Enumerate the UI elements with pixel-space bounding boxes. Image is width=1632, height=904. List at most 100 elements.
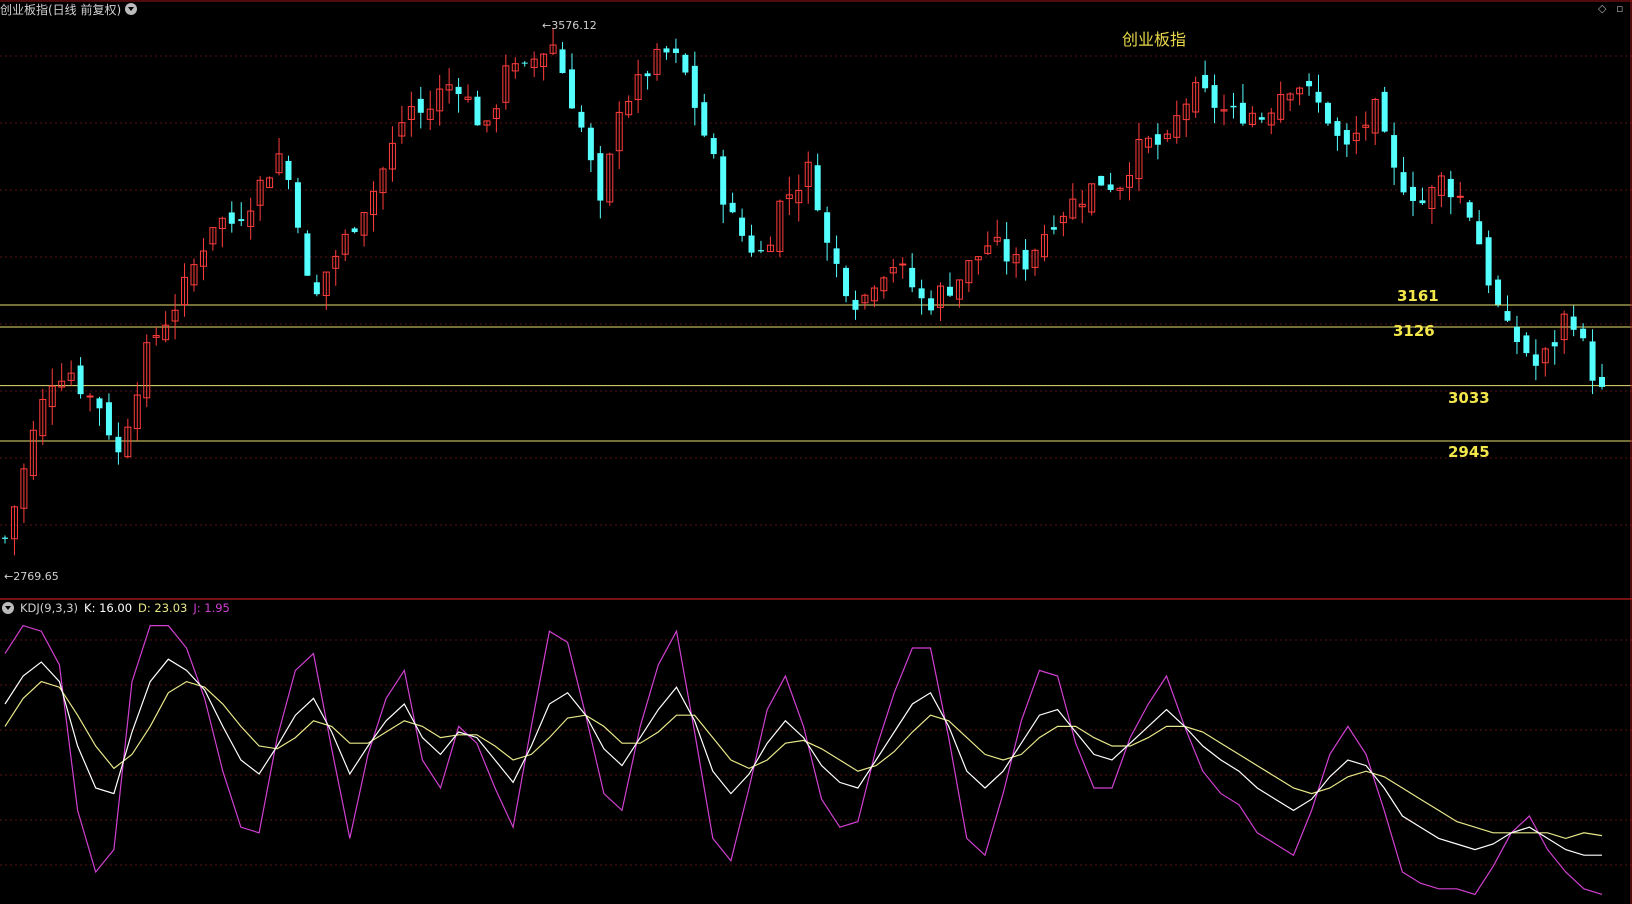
candle-body-down	[2, 537, 8, 539]
candle-body-down	[644, 73, 651, 77]
candle-body-down	[1504, 311, 1511, 321]
candle-body-up	[86, 395, 94, 398]
candle-body-down	[455, 86, 462, 94]
kdj-label[interactable]: KDJ(9,3,3)	[20, 601, 78, 615]
candle-body-down	[304, 233, 311, 276]
candle-body-down	[1003, 239, 1010, 262]
candle-body-down	[1315, 91, 1322, 103]
candle-body-down	[1343, 130, 1350, 145]
candle-body-down	[710, 138, 717, 155]
candle-body-down	[1599, 376, 1605, 387]
index-title: 创业板指(日线 前复权)	[0, 2, 122, 17]
candle-body-down	[1391, 135, 1398, 168]
candle-body-down	[701, 102, 708, 136]
candle-body-down	[1485, 237, 1492, 286]
candle-body-down	[1107, 184, 1114, 190]
candle-body-down	[1476, 221, 1483, 245]
low-price-marker: ←2769.65	[4, 570, 59, 583]
kdj-d-value: D: 23.03	[138, 601, 188, 615]
candle-body-down	[691, 65, 698, 108]
candle-body-down	[313, 282, 320, 295]
kdj-j-line	[4, 624, 1603, 896]
candle-body-down	[578, 111, 585, 128]
candle-body-down	[729, 202, 736, 213]
chart-canvas[interactable]	[0, 0, 1632, 904]
level-label-3126: 3126	[1393, 322, 1435, 340]
candle-body-down	[852, 299, 859, 310]
candle-body-down	[720, 156, 727, 205]
candle-body-down	[843, 267, 850, 297]
candle-body-down	[105, 402, 112, 436]
candle-body-down	[672, 48, 679, 54]
candle-body-down	[739, 217, 746, 236]
candle-body-down	[1154, 134, 1161, 145]
candle-body-down	[1381, 91, 1388, 132]
candle-body-down	[1570, 316, 1577, 330]
candle-body-down	[474, 96, 481, 126]
candle-body-down	[1050, 227, 1057, 230]
candle-body-down	[228, 212, 235, 224]
candle-body-down	[1523, 335, 1530, 354]
candle-body-down	[1258, 117, 1265, 120]
candle-body-down	[1419, 200, 1426, 204]
candle-body-down	[417, 98, 424, 113]
candle-body-down	[814, 165, 821, 211]
kdj-lines	[4, 624, 1603, 896]
chart-center-title: 创业板指	[1122, 30, 1187, 49]
candle-body-down	[294, 182, 301, 228]
candle-body-down	[521, 62, 528, 64]
candlesticks	[2, 28, 1605, 556]
candle-body-down	[928, 298, 935, 311]
kdj-k-line	[4, 658, 1602, 856]
candle-body-down	[77, 365, 84, 395]
candle-body-down	[1580, 328, 1587, 339]
diamond-icon[interactable]: ◇	[1598, 2, 1606, 15]
candle-body-down	[597, 153, 604, 201]
candle-body-down	[1400, 172, 1407, 193]
candle-body-down	[1202, 74, 1209, 89]
candle-body-down	[1466, 202, 1473, 218]
candle-body-down	[568, 69, 575, 109]
candle-body-down	[1230, 105, 1237, 108]
support-levels	[0, 304, 1632, 442]
candle-body-down	[1532, 354, 1539, 366]
candle-body-down	[1022, 249, 1029, 270]
level-label-2945: 2945	[1448, 443, 1490, 461]
candle-body-down	[1098, 175, 1105, 186]
candle-body-down	[909, 267, 916, 288]
chart-window: 创业板指(日线 前复权) ◇ ▫ 创业板指 ←3576.12 ←2769.65 …	[0, 0, 1632, 904]
candle-body-down	[824, 212, 831, 243]
kdj-k-value: K: 16.00	[84, 601, 133, 615]
candle-body-up	[1456, 195, 1464, 198]
kdj-legend: KDJ(9,3,3) K: 16.00 D: 23.03 J: 1.95	[0, 600, 236, 616]
candle-body-down	[1334, 121, 1341, 136]
candle-body-down	[833, 248, 840, 264]
candle-body-down	[748, 235, 755, 253]
candle-body-down	[1447, 178, 1454, 198]
candle-body-down	[1324, 102, 1331, 124]
candle-body-down	[587, 127, 594, 161]
candle-body-down	[1495, 279, 1502, 305]
candle-body-down	[1306, 80, 1313, 87]
candle-body-down	[1410, 186, 1417, 201]
candle-body-up	[899, 263, 907, 266]
chart-title-bar: 创业板指(日线 前复权)	[0, 0, 138, 18]
maximize-icon[interactable]: ▫	[1616, 2, 1623, 15]
candle-body-down	[1551, 342, 1558, 347]
level-label-3033: 3033	[1448, 389, 1490, 407]
low-price-value: 2769.65	[13, 570, 59, 583]
candle-body-down	[1513, 326, 1520, 343]
candle-body-down	[1239, 102, 1246, 124]
chevron-down-icon[interactable]	[125, 3, 138, 15]
candle-body-down	[96, 398, 103, 409]
candle-body-down	[918, 288, 925, 299]
high-price-marker: ←3576.12	[542, 19, 597, 32]
candle-body-down	[1211, 85, 1218, 108]
candle-body-down	[351, 228, 358, 233]
candle-body-down	[682, 54, 689, 73]
candle-body-down	[946, 286, 953, 296]
candle-body-down	[663, 48, 670, 53]
candle-body-down	[238, 219, 245, 222]
chevron-down-icon[interactable]	[2, 602, 14, 614]
level-label-3161: 3161	[1397, 287, 1439, 305]
